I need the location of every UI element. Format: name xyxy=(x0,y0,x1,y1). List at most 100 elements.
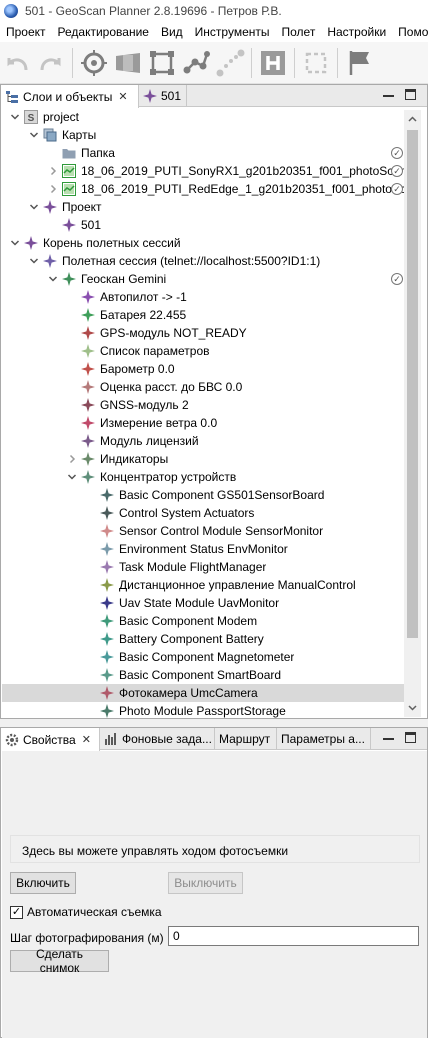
collapse-chevron-icon[interactable] xyxy=(28,252,40,270)
tree-row[interactable]: Список параметров xyxy=(2,342,405,360)
tree-row[interactable]: Basic Component SmartBoard xyxy=(2,666,405,684)
maximize-icon[interactable] xyxy=(405,89,416,100)
tree-row[interactable]: Барометр 0.0 xyxy=(2,360,405,378)
tree-row[interactable]: Battery Component Battery xyxy=(2,630,405,648)
scroll-down-arrow-icon[interactable] xyxy=(407,702,418,713)
minimize-icon[interactable] xyxy=(383,91,394,97)
menu-item-3[interactable]: Инструменты xyxy=(189,25,276,39)
tree-row[interactable]: Индикаторы xyxy=(2,450,405,468)
menu-item-4[interactable]: Полет xyxy=(276,25,322,39)
tree-row[interactable]: Photo Module PassportStorage xyxy=(2,702,405,720)
collapse-chevron-icon[interactable] xyxy=(9,108,21,126)
tree-row[interactable]: Uav State Module UavMonitor xyxy=(2,594,405,612)
tree-row[interactable]: Фотокамера UmcCamera xyxy=(2,684,405,702)
tree-row[interactable]: Дистанционное управление ManualControl xyxy=(2,576,405,594)
tree-row[interactable]: Карты xyxy=(2,126,405,144)
menu-item-5[interactable]: Настройки xyxy=(321,25,392,39)
tree-row[interactable]: Корень полетных сессий xyxy=(2,234,405,252)
collapse-chevron-icon[interactable] xyxy=(28,126,40,144)
maximize-icon[interactable] xyxy=(405,732,416,743)
tree-row[interactable]: Папка ✓ xyxy=(2,144,405,162)
undo-button[interactable] xyxy=(0,45,34,81)
visibility-check-icon[interactable]: ✓ xyxy=(391,183,403,195)
route-button[interactable] xyxy=(179,45,213,81)
tree-row[interactable]: Sproject xyxy=(2,108,405,126)
tab-properties[interactable]: Свойства ✕ xyxy=(1,728,100,751)
tab-501[interactable]: 501 xyxy=(139,85,187,107)
tree-row[interactable]: Basic Component Modem xyxy=(2,612,405,630)
tree-row[interactable]: Геоскан Gemini ✓ xyxy=(2,270,405,288)
collapse-chevron-icon[interactable] xyxy=(47,270,59,288)
menu-item-0[interactable]: Проект xyxy=(0,25,52,39)
tree-row-label: 18_06_2019_PUTI_SonyRX1_g201b20351_f001_… xyxy=(81,164,405,178)
tree-row[interactable]: GNSS-модуль 2 xyxy=(2,396,405,414)
flag-button[interactable] xyxy=(342,45,376,81)
auto-shoot-checkbox[interactable]: ✓ xyxy=(10,905,23,919)
take-photo-button[interactable]: Сделать снимок xyxy=(10,947,109,975)
tree-row[interactable]: Basic Component GS501SensorBoard xyxy=(2,486,405,504)
polygon-button[interactable] xyxy=(145,45,179,81)
auto-shoot-option[interactable]: ✓ Автоматическая съемка xyxy=(10,904,162,920)
close-icon[interactable]: ✕ xyxy=(118,90,127,103)
dashed-square-button[interactable] xyxy=(299,45,333,81)
collapse-chevron-icon[interactable] xyxy=(66,468,78,486)
menu-item-2[interactable]: Вид xyxy=(155,25,189,39)
tree-row[interactable]: 18_06_2019_PUTI_SonyRX1_g201b20351_f001_… xyxy=(2,162,405,180)
collapse-chevron-icon[interactable] xyxy=(28,198,40,216)
tree-row[interactable]: Оценка расст. до БВС 0.0 xyxy=(2,378,405,396)
disable-button[interactable]: Выключить xyxy=(168,872,243,894)
tree-row[interactable]: Измерение ветра 0.0 xyxy=(2,414,405,432)
tree-row[interactable]: Environment Status EnvMonitor xyxy=(2,540,405,558)
tree-row[interactable]: 18_06_2019_PUTI_RedEdge_1_g201b20351_f00… xyxy=(2,180,405,198)
tree-row[interactable]: Концентратор устройств xyxy=(2,468,405,486)
tree-row[interactable]: Батарея 22.455 xyxy=(2,306,405,324)
tab-layers-objects[interactable]: Слои и объекты ✕ xyxy=(1,85,139,108)
tree-row[interactable]: Basic Component Magnetometer xyxy=(2,648,405,666)
landing-h-button[interactable] xyxy=(256,45,290,81)
tab-route[interactable]: Маршрут xyxy=(215,728,277,750)
tree-row[interactable]: 501 xyxy=(2,216,405,234)
tree-row[interactable]: GPS-модуль NOT_READY xyxy=(2,324,405,342)
tree-row[interactable]: Task Module FlightManager xyxy=(2,558,405,576)
tree-row-label: Полетная сессия (telnet://localhost:5500… xyxy=(62,254,321,268)
redo-button[interactable] xyxy=(34,45,68,81)
tree-row[interactable]: Control System Actuators xyxy=(2,504,405,522)
minimize-icon[interactable] xyxy=(383,734,394,740)
layers-panel: Слои и объекты ✕ 501 Sproject Карты Папка ✓… xyxy=(0,84,428,719)
menu-item-1[interactable]: Редактирование xyxy=(52,25,155,39)
expand-chevron-icon[interactable] xyxy=(66,450,78,468)
strip-button[interactable] xyxy=(111,45,145,81)
visibility-check-icon[interactable]: ✓ xyxy=(391,165,403,177)
target-button[interactable] xyxy=(77,45,111,81)
tree-scrollbar[interactable] xyxy=(404,110,421,717)
close-icon[interactable]: ✕ xyxy=(82,733,91,746)
tree-row[interactable]: Sensor Control Module SensorMonitor xyxy=(2,522,405,540)
scroll-thumb[interactable] xyxy=(407,130,418,638)
tree-row[interactable]: Полетная сессия (telnet://localhost:5500… xyxy=(2,252,405,270)
dotted-route-button[interactable] xyxy=(213,45,247,81)
tab-parameters[interactable]: Параметры а... xyxy=(277,728,371,750)
tree-row-label: Task Module FlightManager xyxy=(119,560,267,574)
expand-chevron-icon[interactable] xyxy=(47,180,59,198)
visibility-check-icon[interactable]: ✓ xyxy=(391,147,403,159)
expand-chevron-icon[interactable] xyxy=(47,162,59,180)
photo-step-input[interactable] xyxy=(168,926,419,946)
menu-item-6[interactable]: Помощь xyxy=(392,25,428,39)
tree-row[interactable]: Проект xyxy=(2,198,405,216)
diamond-star-icon xyxy=(81,380,95,394)
tree-row[interactable]: Модуль лицензий xyxy=(2,432,405,450)
tree-row[interactable]: Автопилот -> -1 xyxy=(2,288,405,306)
diamond-star-icon xyxy=(43,254,57,268)
visibility-check-icon[interactable]: ✓ xyxy=(391,273,403,285)
tree-row-label: Basic Component SmartBoard xyxy=(119,668,282,682)
scroll-up-arrow-icon[interactable] xyxy=(407,114,418,125)
tab-background-tasks[interactable]: Фоновые зада... xyxy=(100,728,215,750)
undo-icon xyxy=(7,57,28,70)
collapse-chevron-icon[interactable] xyxy=(9,234,21,252)
enable-button[interactable]: Включить xyxy=(10,872,76,894)
